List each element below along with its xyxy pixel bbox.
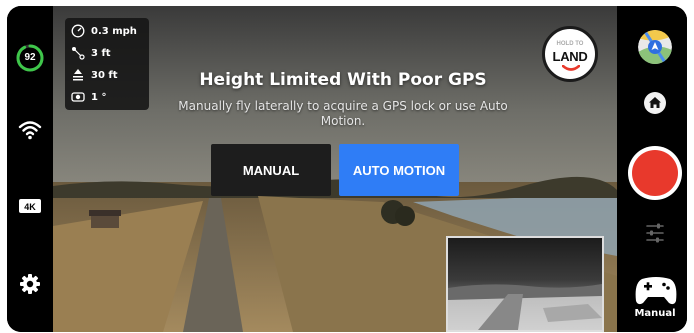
manual-button[interactable]: MANUAL — [211, 144, 331, 196]
telemetry-panel: 0.3 mph 3 ft 30 ft 1 ° — [65, 18, 149, 110]
flight-mode-label: Manual — [634, 308, 676, 319]
hold-to-text: HOLD TO — [556, 41, 584, 47]
map-button[interactable] — [638, 30, 672, 64]
record-button[interactable] — [628, 146, 682, 200]
alert-description: Manually fly laterally to acquire a GPS … — [178, 99, 508, 128]
left-status-rail: 92 4K — [7, 6, 53, 332]
altitude-value: 30 ft — [91, 69, 118, 81]
right-control-rail: Manual — [617, 6, 687, 332]
speed-value: 0.3 mph — [91, 25, 137, 37]
camera-feed[interactable]: 0.3 mph 3 ft 30 ft 1 ° HOLD TO LAND Heig… — [53, 6, 617, 332]
battery-percent: 92 — [24, 52, 36, 63]
gamepad-icon[interactable] — [634, 273, 678, 307]
speed-readout: 0.3 mph — [71, 22, 137, 40]
record-dot-icon — [632, 150, 678, 196]
drone-controller-screen: 92 4K 0.3 mph 3 ft 30 ft 1 ° HOLD TO LAN… — [7, 6, 687, 332]
gimbal-angle-value: 1 ° — [91, 91, 107, 103]
hold-to-land-button[interactable]: HOLD TO LAND — [542, 26, 598, 82]
map-icon — [638, 30, 672, 64]
gimbal-angle-icon — [71, 92, 85, 102]
distance-icon — [72, 47, 85, 60]
auto-motion-button[interactable]: AUTO MOTION — [339, 144, 459, 196]
home-icon — [649, 97, 661, 108]
land-label: LAND — [552, 49, 588, 64]
wifi-icon[interactable] — [18, 118, 42, 142]
battery-indicator[interactable]: 92 — [16, 44, 44, 72]
altitude-readout: 30 ft — [71, 66, 118, 84]
thermal-image — [448, 238, 602, 330]
speedometer-icon — [71, 24, 85, 38]
altitude-icon — [73, 69, 83, 81]
settings-gear-icon[interactable] — [18, 272, 42, 296]
svg-text:4K: 4K — [24, 202, 36, 212]
resolution-4k-icon[interactable]: 4K — [18, 194, 42, 218]
sliders-settings-icon[interactable] — [645, 221, 665, 245]
land-chevron-icon — [562, 65, 580, 71]
home-button[interactable] — [644, 92, 666, 114]
distance-value: 3 ft — [91, 47, 111, 59]
distance-readout: 3 ft — [71, 44, 111, 62]
gimbal-readout: 1 ° — [71, 88, 106, 106]
alert-title: Height Limited With Poor GPS — [199, 70, 487, 90]
thermal-preview[interactable] — [446, 236, 604, 332]
